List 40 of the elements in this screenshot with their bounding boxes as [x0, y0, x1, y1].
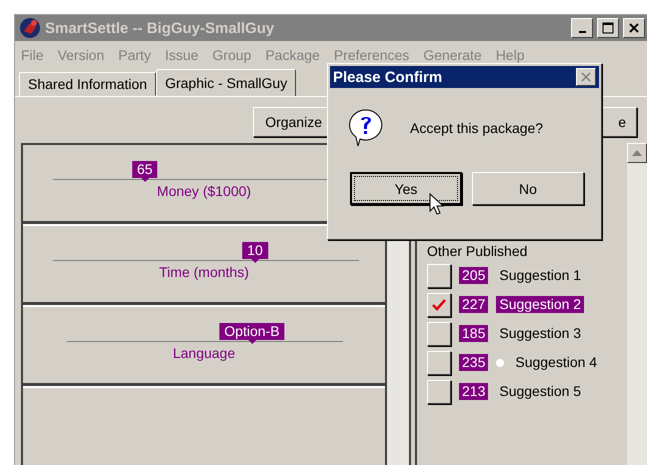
- issue-label: Time (months): [158, 264, 250, 280]
- maximize-button[interactable]: [597, 18, 619, 38]
- minimize-button[interactable]: [571, 18, 593, 38]
- scrollbar[interactable]: [627, 143, 647, 465]
- list-heading: Other Published: [427, 243, 528, 259]
- score-badge: 213: [459, 383, 488, 400]
- suggestion-item[interactable]: Suggestion 4: [512, 354, 600, 371]
- maximize-icon: [602, 22, 614, 34]
- close-button[interactable]: [576, 68, 596, 86]
- suggestion-item[interactable]: Suggestion 3: [496, 325, 584, 342]
- suggestion-item[interactable]: Suggestion 1: [496, 267, 584, 284]
- suggestion-item[interactable]: Suggestion 5: [496, 383, 584, 400]
- question-icon: [348, 108, 384, 148]
- checkbox[interactable]: [427, 350, 451, 374]
- up-arrow-icon[interactable]: [632, 150, 642, 156]
- issue-label: Money ($1000): [156, 183, 252, 199]
- mouse-pointer-icon: [429, 193, 445, 217]
- checkbox[interactable]: [427, 380, 451, 404]
- issue-label: Language: [172, 345, 236, 361]
- checkmark-icon: [431, 298, 447, 312]
- close-button[interactable]: [623, 18, 645, 38]
- minimize-icon: [578, 31, 586, 33]
- dialog-button[interactable]: Yes: [350, 172, 462, 205]
- dialog-button[interactable]: No: [472, 172, 584, 205]
- checkbox[interactable]: [427, 264, 451, 288]
- dialog-title: Please Confirm: [333, 68, 442, 86]
- score-badge: 227: [459, 296, 488, 313]
- dialog-message: Accept this package?: [410, 120, 544, 136]
- app-logo-icon: [19, 17, 41, 39]
- checkbox[interactable]: [427, 322, 451, 346]
- score-badge: 205: [459, 267, 488, 284]
- score-badge: 185: [459, 325, 488, 342]
- close-icon: [629, 23, 639, 33]
- window-title: SmartSettle -- BigGuy-SmallGuy: [45, 20, 276, 36]
- suggestion-item[interactable]: Suggestion 2: [496, 296, 584, 313]
- tab[interactable]: Shared Information: [19, 72, 156, 96]
- score-badge: 235: [459, 354, 488, 371]
- tab[interactable]: Graphic - SmallGuy: [156, 69, 296, 97]
- close-icon: [581, 72, 591, 82]
- checkbox[interactable]: [427, 292, 451, 316]
